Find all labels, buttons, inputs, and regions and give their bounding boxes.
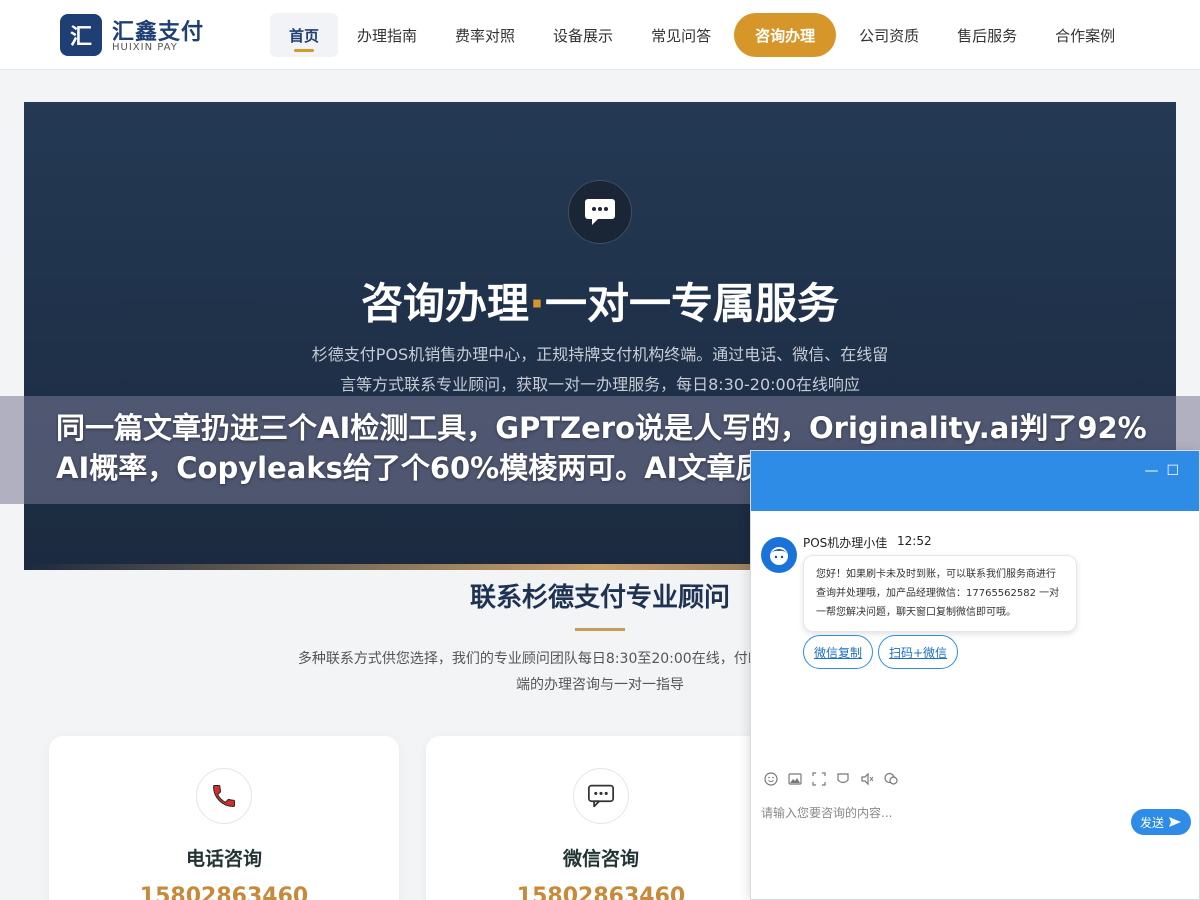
site-header: 汇 汇鑫支付 HUIXIN PAY 首页 办理指南 费率对照 设备展示 常见问答… [0,0,1200,70]
nav-item-faq[interactable]: 常见问答 [632,13,730,57]
copy-wechat-button[interactable]: 微信复制 [803,635,874,669]
hero-title-dot: · [529,279,545,328]
contact-card-phone[interactable]: 电话咨询 15802863460 [49,736,399,900]
chat-bubble-icon [573,768,629,824]
send-label: 发送 [1139,815,1164,830]
hero-title-rest: 一对一专属服务 [544,279,839,328]
main-nav: 首页 办理指南 费率对照 设备展示 常见问答 咨询办理 公司资质 售后服务 合作… [270,12,1134,58]
rating-icon[interactable] [831,769,855,789]
chat-header[interactable]: —☐ [751,451,1199,511]
send-icon [1169,817,1181,827]
nav-item-rates[interactable]: 费率对照 [436,13,534,57]
agent-message: 您好！如果刷卡未及时到账，可以联系我们服务商进行查询并处理哦，加产品经理微信：1… [803,555,1077,632]
nav-item-after-sales[interactable]: 售后服务 [938,13,1036,57]
maximize-icon[interactable]: ☐ [1166,463,1187,479]
card-title: 微信咨询 [562,848,639,870]
chat-message-input[interactable] [761,803,1121,823]
card-phone-number[interactable]: 15802863460 [49,884,399,900]
message-time: 12:52 [897,534,932,548]
phone-icon [196,768,252,824]
nav-item-guide[interactable]: 办理指南 [338,13,436,57]
card-title: 电话咨询 [185,848,262,870]
nav-item-devices[interactable]: 设备展示 [534,13,632,57]
logo-subtitle: HUIXIN PAY [112,42,178,53]
image-icon[interactable] [783,769,807,789]
hero-title-main: 咨询办理 [361,279,530,328]
section-underline [575,628,625,631]
minimize-icon[interactable]: — [1144,463,1166,479]
emoji-icon[interactable] [759,769,783,789]
scan-wechat-button[interactable]: 扫码+微信 [878,635,959,669]
chat-bubble-icon [568,180,632,244]
chat-widget: —☐ POS机办理小佳 12:52 您好！如果刷卡未及时到账，可以联系我们服务商… [750,450,1200,900]
hero-description: 杉德支付POS机销售办理中心，正规持牌支付机构终端。通过电话、微信、在线留言等方… [311,345,889,394]
nav-item-home[interactable]: 首页 [270,13,339,57]
logo-mark[interactable]: 汇 [60,14,102,56]
voice-icon[interactable] [855,769,879,789]
chat-toolbar [759,769,903,789]
contact-card-wechat[interactable]: 微信咨询 15802863460 [426,736,776,900]
nav-item-consult[interactable]: 咨询办理 [734,13,837,57]
card-wechat-number[interactable]: 15802863460 [426,884,776,900]
agent-avatar [761,537,797,573]
send-button[interactable]: 发送 [1131,809,1191,835]
chat-window-controls: —☐ [1144,463,1187,479]
screenshot-icon[interactable] [807,769,831,789]
hero-title: 咨询办理·一对一专属服务 [24,270,1176,331]
nav-item-cases[interactable]: 合作案例 [1036,13,1134,57]
nav-item-qualification[interactable]: 公司资质 [840,13,938,57]
agent-name: POS机办理小佳 [803,536,888,550]
chat-history-icon[interactable] [879,769,903,789]
